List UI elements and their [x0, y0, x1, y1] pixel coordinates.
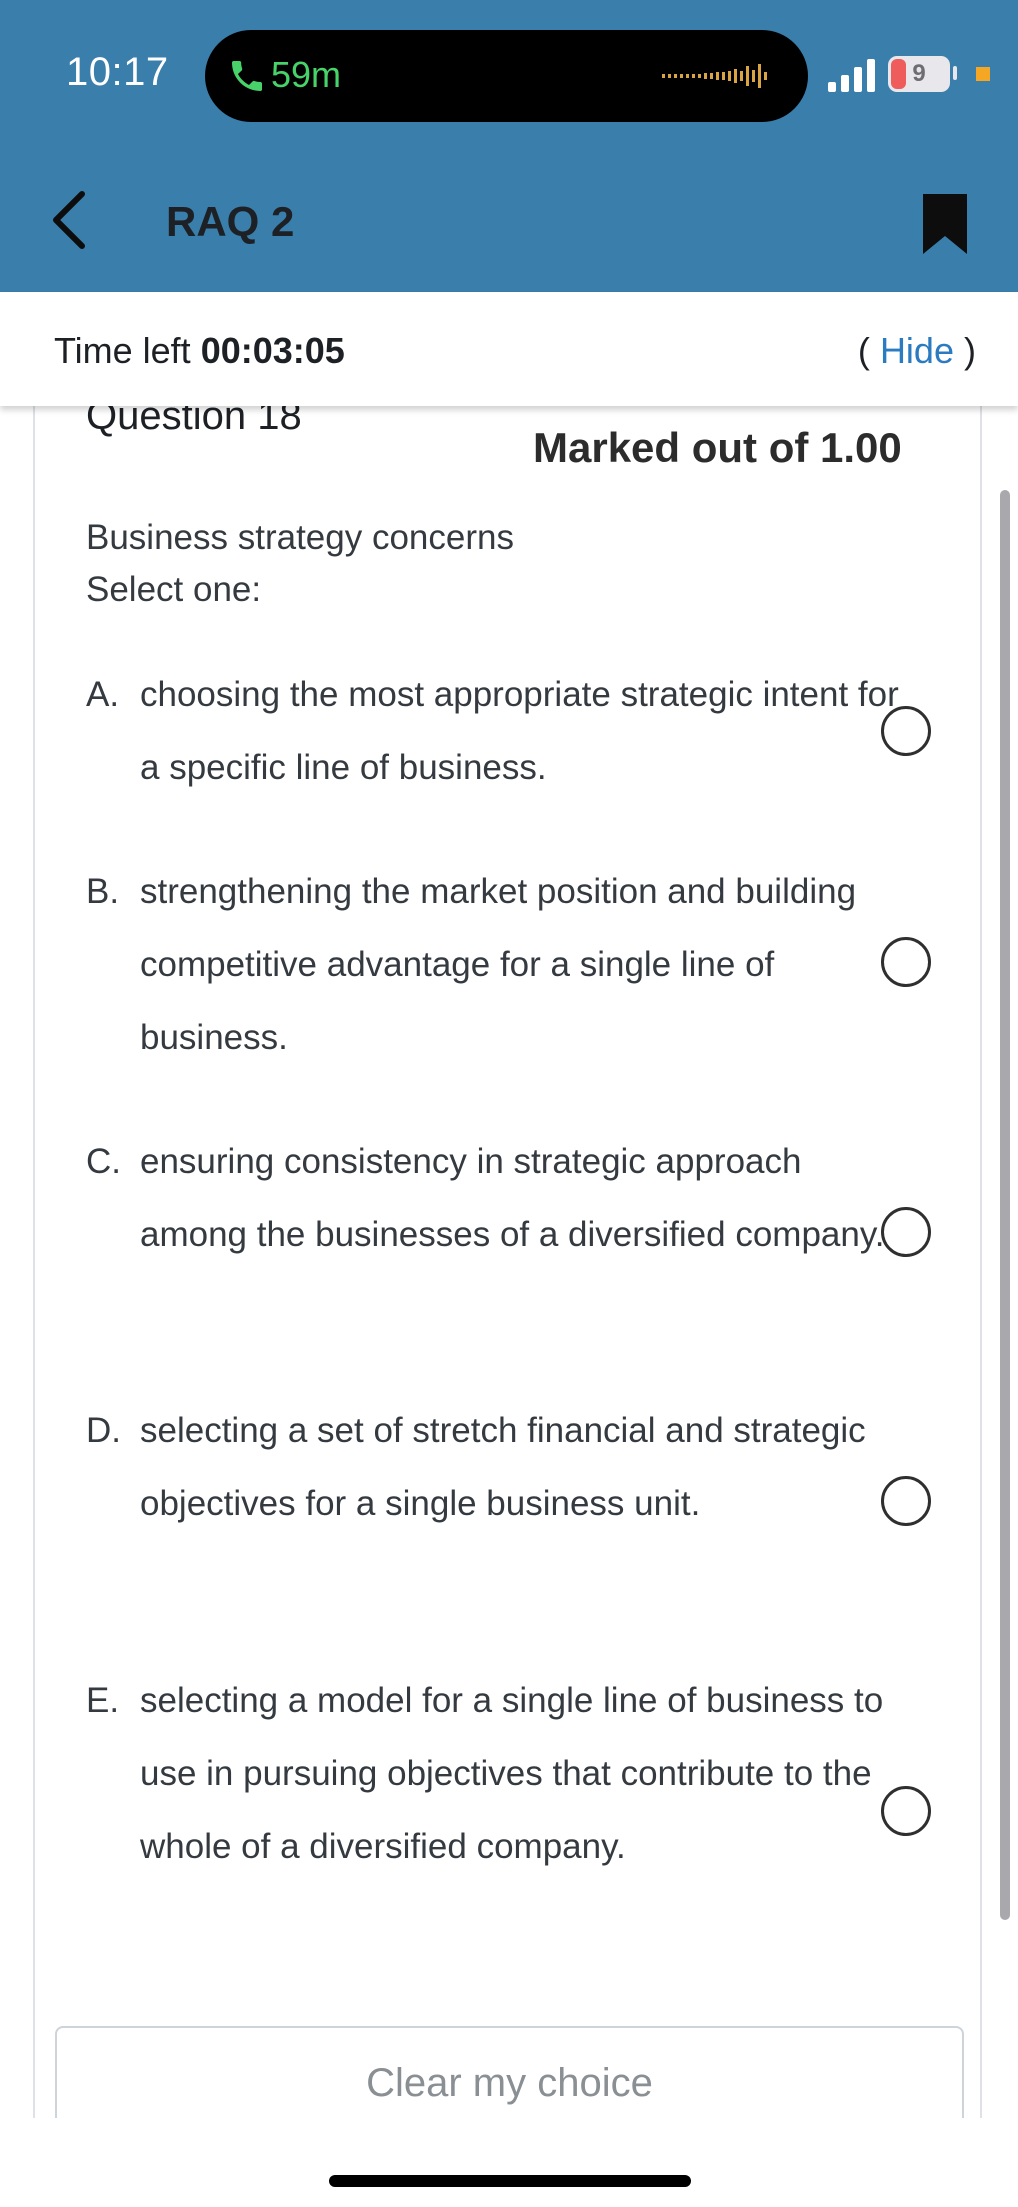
time-left-value: 00:03:05: [200, 330, 345, 371]
option-text: ensuring consistency in strategic approa…: [140, 1142, 885, 1254]
audio-waveform-icon: [662, 64, 767, 88]
option-c-radio[interactable]: [881, 1207, 931, 1257]
privacy-indicator-dot: [976, 67, 990, 81]
option-letter: E.: [86, 1681, 120, 1720]
bookmark-icon[interactable]: [921, 192, 969, 256]
app-header: 10:17 59m 9 RAQ 2: [0, 0, 1018, 292]
battery-percent: 9: [912, 60, 926, 87]
time-left-label: Time left: [54, 330, 191, 371]
option-e-radio[interactable]: [881, 1786, 931, 1836]
battery-cap: [953, 66, 957, 80]
answer-option-c[interactable]: C. ensuring consistency in strategic app…: [86, 1125, 966, 1344]
option-letter: A.: [86, 675, 120, 714]
answer-option-a[interactable]: A. choosing the most appropriate strateg…: [86, 658, 966, 804]
option-letter: D.: [86, 1411, 121, 1450]
option-letter: B.: [86, 872, 120, 911]
battery-icon: 9: [888, 56, 950, 92]
hide-timer-link[interactable]: Hide: [880, 330, 954, 371]
option-b-radio[interactable]: [881, 937, 931, 987]
option-a-radio[interactable]: [881, 706, 931, 756]
back-chevron-icon[interactable]: [44, 188, 92, 252]
answer-option-e[interactable]: E. selecting a model for a single line o…: [86, 1664, 966, 1956]
option-text: selecting a set of stretch financial and…: [140, 1411, 866, 1523]
active-call-pill[interactable]: 59m: [205, 30, 808, 122]
option-text: selecting a model for a single line of b…: [140, 1681, 884, 1866]
option-d-radio[interactable]: [881, 1476, 931, 1526]
question-grade: Marked out of 1.00: [533, 424, 902, 471]
bottom-safe-area: [0, 2118, 1018, 2207]
status-time: 10:17: [66, 50, 169, 94]
call-duration: 59m: [271, 54, 342, 95]
time-left: Time left 00:03:05: [54, 330, 345, 372]
hide-open-paren: (: [857, 330, 870, 371]
select-one-instruction: Select one:: [86, 570, 262, 609]
hide-timer-control: ( Hide ): [858, 330, 976, 372]
question-text: Business strategy concerns Select one:: [86, 512, 514, 616]
question-prompt: Business strategy concerns: [86, 518, 514, 557]
hide-close-paren: ): [964, 330, 976, 371]
option-letter: C.: [86, 1142, 121, 1181]
scrollbar[interactable]: [1000, 490, 1010, 1920]
page-title: RAQ 2: [166, 198, 295, 245]
phone-icon: [232, 61, 262, 91]
option-text: strengthening the market position and bu…: [140, 872, 857, 1057]
answer-option-d[interactable]: D. selecting a set of stretch financial …: [86, 1394, 966, 1613]
quiz-timer-bar: Time left 00:03:05 ( Hide ): [0, 292, 1018, 406]
option-text: choosing the most appropriate strategic …: [140, 675, 899, 787]
home-indicator[interactable]: [329, 2175, 691, 2187]
answer-option-b[interactable]: B. strengthening the market position and…: [86, 855, 966, 1074]
cellular-signal-icon: [828, 59, 875, 92]
